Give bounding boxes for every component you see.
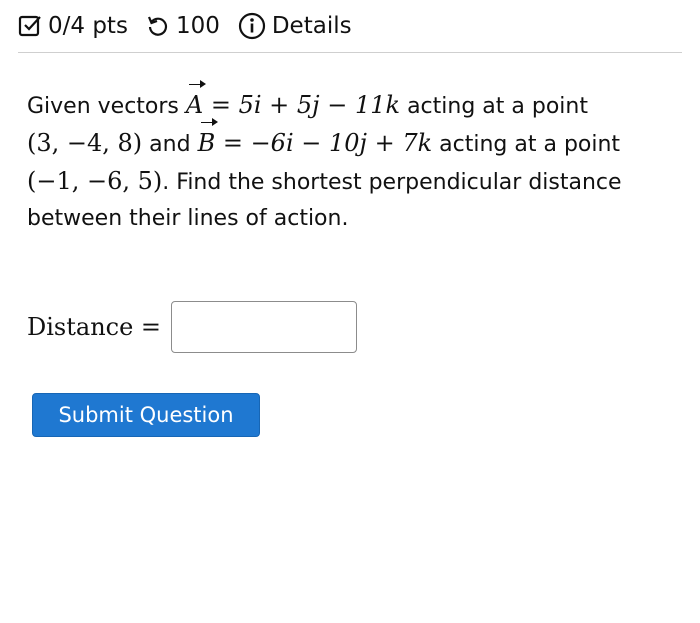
retry-icon bbox=[146, 14, 170, 38]
vector-a-symbol: A bbox=[186, 80, 207, 124]
question-header: 0/4 pts 100 Details bbox=[18, 0, 682, 53]
question-line-4: between their lines of action. bbox=[27, 206, 349, 231]
score-indicator: 0/4 pts bbox=[18, 13, 128, 39]
info-icon[interactable] bbox=[238, 12, 266, 40]
details-label[interactable]: Details bbox=[272, 13, 352, 39]
and-text: and bbox=[142, 132, 198, 157]
question-intro: Given vectors bbox=[27, 94, 186, 119]
vector-b-symbol: B bbox=[198, 118, 218, 162]
find-text: . Find the shortest perpendicular distan… bbox=[162, 170, 622, 195]
details-link[interactable]: Details bbox=[238, 12, 352, 40]
attempts-text: 100 bbox=[175, 13, 220, 39]
point-a: (3, −4, 8) bbox=[27, 129, 143, 157]
attempts-indicator: 100 bbox=[146, 13, 220, 39]
vector-b-value: = −6i − 10j + 7k bbox=[215, 129, 433, 157]
submit-question-button[interactable]: Submit Question bbox=[32, 393, 260, 437]
point-b: (−1, −6, 5) bbox=[27, 167, 163, 195]
acting-text-2: acting at a point bbox=[432, 132, 621, 157]
checkbox-icon bbox=[18, 14, 42, 38]
question-line-3: (−1, −6, 5). Find the shortest perpendic… bbox=[27, 162, 677, 200]
question-line-2: (3, −4, 8) and B = −6i − 10j + 7k acting… bbox=[27, 118, 677, 162]
acting-text-1: acting at a point bbox=[400, 94, 588, 119]
distance-input[interactable] bbox=[171, 301, 358, 353]
question-text: Given vectors A = 5i + 5j − 11k acting a… bbox=[27, 80, 677, 238]
vector-a-expression: A = 5i + 5j − 11k bbox=[186, 80, 401, 119]
vector-a-value: = 5i + 5j − 11k bbox=[203, 91, 401, 119]
question-line-1: Given vectors A = 5i + 5j − 11k acting a… bbox=[27, 80, 677, 124]
distance-label: Distance = bbox=[27, 313, 162, 341]
vector-b-expression: B = −6i − 10j + 7k bbox=[198, 118, 433, 157]
answer-row: Distance = bbox=[27, 300, 358, 354]
score-text: 0/4 pts bbox=[48, 13, 128, 39]
